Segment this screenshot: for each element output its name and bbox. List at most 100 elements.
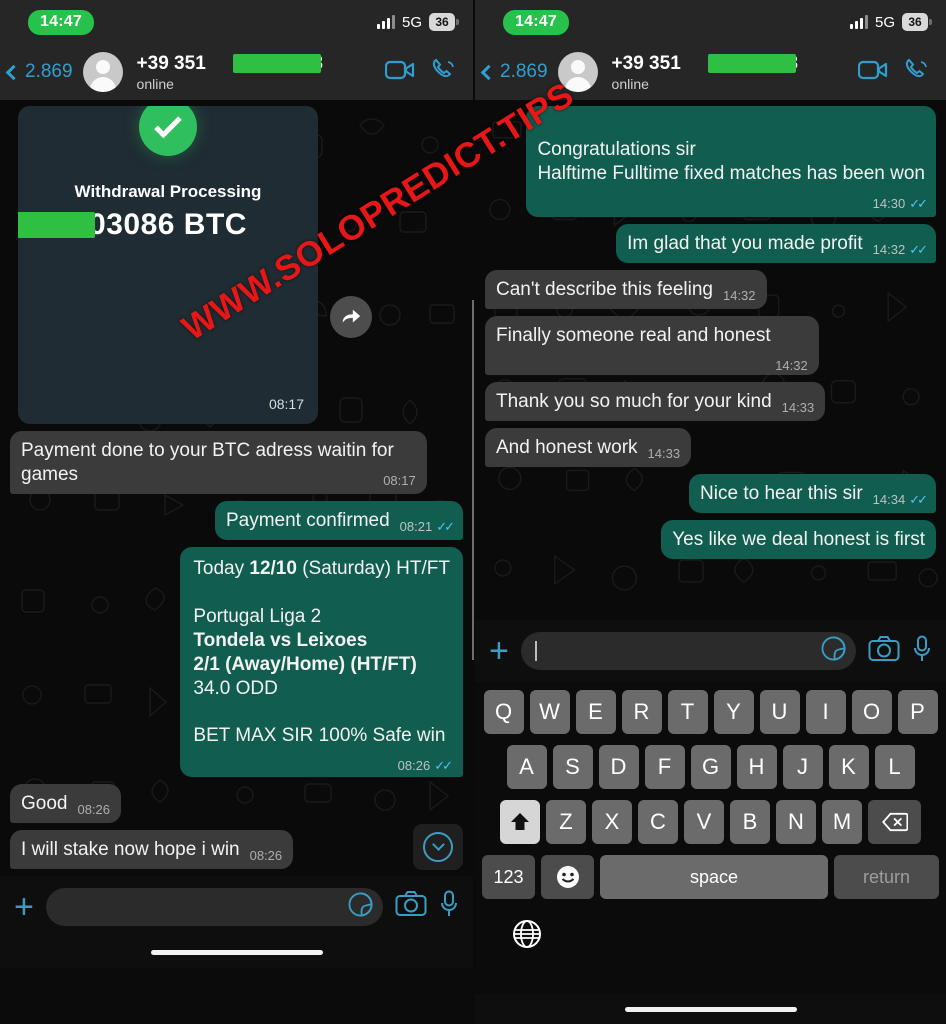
message-row[interactable]: Im glad that you made profit 14:32 ✓✓ xyxy=(485,223,936,263)
message-bubble[interactable]: And honest work 14:33 xyxy=(485,427,692,467)
key-c[interactable]: C xyxy=(638,800,678,844)
video-camera-icon[interactable] xyxy=(384,59,415,86)
key-e[interactable]: E xyxy=(575,690,616,734)
key-t[interactable]: T xyxy=(667,690,708,734)
phone-icon[interactable] xyxy=(431,57,457,88)
key-g[interactable]: G xyxy=(690,745,731,789)
video-camera-icon[interactable] xyxy=(857,59,888,86)
message-row-tip[interactable]: Today 12/10 (Saturday) HT/FT Portugal Li… xyxy=(10,546,463,777)
keyboard-row-3-letters: ZXCVBNM xyxy=(546,800,862,844)
message-list-left[interactable]: Withdrawal Processing 03086 BTC 08:17 Pa… xyxy=(0,100,473,876)
key-i[interactable]: I xyxy=(805,690,846,734)
message-row-payment-card[interactable]: Withdrawal Processing 03086 BTC 08:17 xyxy=(18,106,463,424)
message-row[interactable]: Finally someone real and honest 14:32 xyxy=(485,315,936,375)
sticker-icon[interactable] xyxy=(821,636,846,666)
key-u[interactable]: U xyxy=(759,690,800,734)
message-list-right[interactable]: Congratulations sir Halftime Fulltime fi… xyxy=(475,100,946,620)
message-row[interactable]: Yes like we deal honest is first xyxy=(485,519,936,559)
unread-count: 2.869 xyxy=(25,61,73,82)
numeric-key[interactable]: 123 xyxy=(482,855,535,899)
message-bubble[interactable]: Yes like we deal honest is first xyxy=(661,519,936,559)
back-button[interactable]: 2.869 xyxy=(480,61,548,83)
emoji-key[interactable] xyxy=(541,855,594,899)
message-input[interactable] xyxy=(45,887,383,926)
key-f[interactable]: F xyxy=(644,745,685,789)
message-bubble[interactable]: Congratulations sir Halftime Fulltime fi… xyxy=(526,106,936,217)
message-row[interactable]: Nice to hear this sir 14:34 ✓✓ xyxy=(485,473,936,513)
key-x[interactable]: X xyxy=(592,800,632,844)
key-o[interactable]: O xyxy=(851,690,892,734)
payment-card-bubble[interactable]: Withdrawal Processing 03086 BTC 08:17 xyxy=(18,106,318,424)
avatar[interactable] xyxy=(82,52,123,92)
contact-name: +39 35138 xyxy=(137,53,379,75)
key-b[interactable]: B xyxy=(730,800,770,844)
message-bubble[interactable]: Good 08:26 xyxy=(10,783,122,823)
key-h[interactable]: H xyxy=(736,745,777,789)
return-key[interactable]: return xyxy=(834,855,939,899)
key-n[interactable]: N xyxy=(776,800,816,844)
message-bubble[interactable]: Thank you so much for your kind 14:33 xyxy=(485,381,826,421)
read-receipt-ticks: ✓✓ xyxy=(909,241,928,257)
left-chat-pane: 14:47 5G 36 2.869 +39 35138 xyxy=(0,0,473,1024)
message-bubble[interactable]: Finally someone real and honest 14:32 xyxy=(485,315,819,375)
payment-card-amount-text: 03086 BTC xyxy=(89,208,247,241)
shift-key[interactable] xyxy=(500,800,540,844)
sticker-icon[interactable] xyxy=(348,892,373,922)
contact-name-prefix: +39 351 xyxy=(611,52,681,74)
chevron-down-circle-icon xyxy=(423,831,453,862)
scroll-to-bottom-button[interactable] xyxy=(413,823,463,870)
key-s[interactable]: S xyxy=(552,745,593,789)
message-row[interactable]: Thank you so much for your kind 14:33 xyxy=(485,381,936,421)
unread-count: 2.869 xyxy=(500,61,548,82)
message-row[interactable]: Good 08:26 xyxy=(10,783,463,823)
phone-icon[interactable] xyxy=(904,57,930,88)
message-bubble[interactable]: Can't describe this feeling 14:32 xyxy=(485,269,767,309)
contact-info[interactable]: +39 35138 online xyxy=(612,53,852,92)
key-m[interactable]: M xyxy=(822,800,862,844)
message-row[interactable]: And honest work 14:33 xyxy=(485,427,936,467)
microphone-icon[interactable] xyxy=(439,890,459,923)
contact-info[interactable]: +39 35138 online xyxy=(137,53,379,92)
message-bubble[interactable]: I will stake now hope i win 08:26 xyxy=(10,829,294,869)
key-k[interactable]: K xyxy=(828,745,869,789)
message-bubble[interactable]: Im glad that you made profit 14:32 ✓✓ xyxy=(616,223,936,263)
key-d[interactable]: D xyxy=(598,745,639,789)
message-meta: 08:26 xyxy=(77,802,110,818)
on-screen-keyboard[interactable]: QWERTYUIOP ASDFGHJKL ZXCVBNM 123 space r… xyxy=(475,682,946,967)
message-meta: 08:21 ✓✓ xyxy=(400,519,455,535)
message-row[interactable]: I will stake now hope i win 08:26 xyxy=(10,829,463,869)
camera-icon[interactable] xyxy=(395,891,427,922)
key-j[interactable]: J xyxy=(782,745,823,789)
key-q[interactable]: Q xyxy=(483,690,524,734)
key-l[interactable]: L xyxy=(874,745,915,789)
message-row[interactable]: Payment done to your BTC adress waitin f… xyxy=(10,431,463,494)
text-caret xyxy=(534,641,537,661)
key-z[interactable]: Z xyxy=(546,800,586,844)
key-r[interactable]: R xyxy=(621,690,662,734)
delete-key[interactable] xyxy=(868,800,921,844)
message-row[interactable]: Can't describe this feeling 14:32 xyxy=(485,269,936,309)
space-key[interactable]: space xyxy=(600,855,828,899)
back-button[interactable]: 2.869 xyxy=(5,61,73,83)
avatar[interactable] xyxy=(557,52,598,92)
key-v[interactable]: V xyxy=(684,800,724,844)
camera-icon[interactable] xyxy=(868,635,900,667)
key-p[interactable]: P xyxy=(897,690,938,734)
message-row[interactable]: Congratulations sir Halftime Fulltime fi… xyxy=(485,106,936,217)
microphone-icon[interactable] xyxy=(912,635,932,668)
key-w[interactable]: W xyxy=(529,690,570,734)
message-meta: 14:34 ✓✓ xyxy=(873,492,928,508)
message-input[interactable] xyxy=(520,632,856,670)
plus-icon[interactable]: + xyxy=(14,890,34,924)
key-a[interactable]: A xyxy=(506,745,547,789)
plus-icon[interactable]: + xyxy=(489,634,509,668)
message-bubble[interactable]: Payment done to your BTC adress waitin f… xyxy=(10,431,427,494)
message-bubble-tip[interactable]: Today 12/10 (Saturday) HT/FT Portugal Li… xyxy=(180,546,463,777)
globe-language-icon[interactable] xyxy=(512,919,542,954)
key-y[interactable]: Y xyxy=(713,690,754,734)
message-row[interactable]: Payment confirmed 08:21 ✓✓ xyxy=(10,500,463,540)
message-bubble[interactable]: Payment confirmed 08:21 ✓✓ xyxy=(214,500,463,540)
message-time: 14:30 xyxy=(872,195,906,211)
message-bubble[interactable]: Nice to hear this sir 14:34 ✓✓ xyxy=(689,473,936,513)
forward-arrow-icon[interactable] xyxy=(330,296,372,338)
